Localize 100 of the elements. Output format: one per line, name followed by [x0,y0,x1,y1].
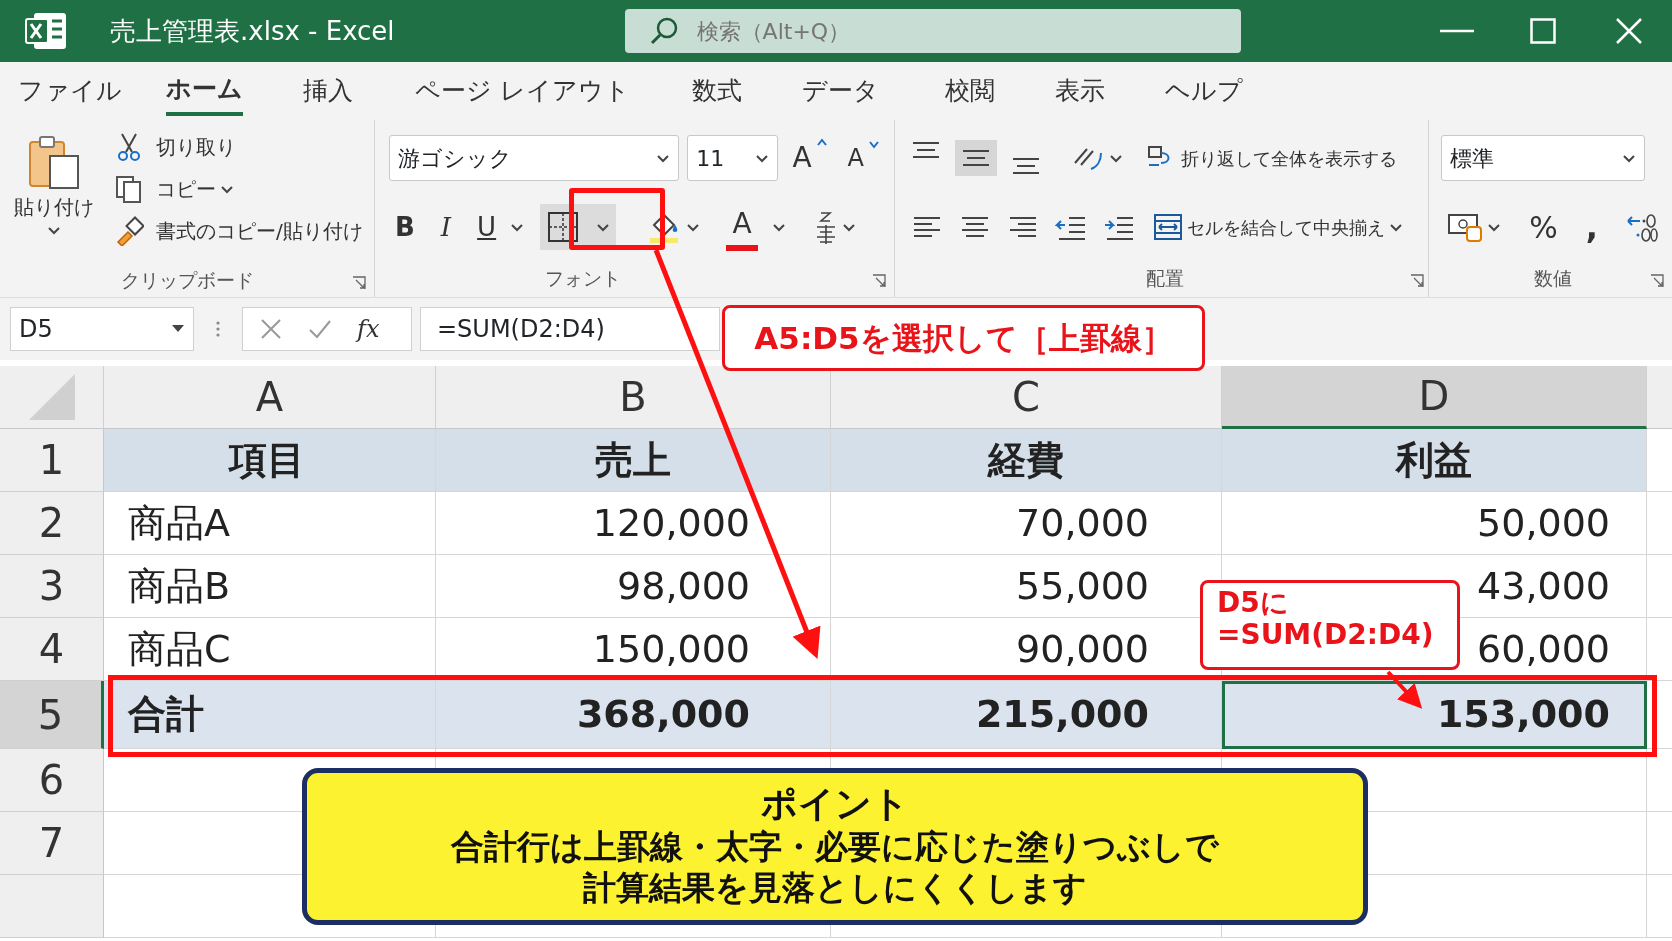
search-input[interactable]: 検索（Alt+Q） [694,13,1195,49]
caret-down-icon [171,324,185,334]
bold-button[interactable]: B [389,205,421,249]
caret-icon[interactable] [842,221,857,233]
table-cell: 経費 [831,429,1222,492]
table-cell: 利益 [1222,429,1647,492]
table-cell: 368,000 [436,681,831,749]
grow-font-button[interactable]: A [786,135,834,181]
caret-icon [656,152,671,164]
money-icon [1447,211,1484,243]
dialog-launcher-icon[interactable] [872,274,886,288]
decimal-places-icon [1626,211,1658,243]
caret-icon[interactable] [596,221,611,233]
row-header[interactable]: 4 [0,618,104,681]
row-header[interactable]: 6 [0,749,104,812]
align-middle-button[interactable] [955,140,997,176]
cancel-icon [259,317,283,341]
row-header[interactable]: 7 [0,812,104,875]
wrap-text-button[interactable]: 折り返して全体を表示する [1141,141,1403,175]
ribbon-tab[interactable]: ファイル [18,68,122,114]
group-label: クリップボード [120,268,254,293]
group-label: フォント [544,266,621,291]
ribbon-tab[interactable]: ヘルプ [1164,68,1243,114]
row-header[interactable]: 2 [0,492,104,555]
table-cell: 120,000 [436,492,831,555]
copy-button[interactable]: コピー [108,172,369,206]
ribbon-tab[interactable]: データ [801,68,879,114]
caret-icon[interactable] [510,221,525,233]
caret-down-icon [868,140,880,150]
borders-button[interactable] [540,204,617,250]
caret-icon [1389,221,1403,233]
merge-cells-icon [1153,212,1183,242]
caret-icon[interactable] [772,221,787,233]
copy-icon [114,174,144,204]
ribbon-tab[interactable]: 表示 [1054,68,1105,114]
table-cell: 70,000 [831,492,1222,555]
dialog-launcher-icon[interactable] [1410,274,1425,288]
table-cell: 商品B [104,555,436,618]
caret-up-icon [815,137,828,147]
table-cell: 合計 [104,681,436,749]
callout: A5:D5を選択して［上罫線］ [722,305,1205,371]
ribbon-tab[interactable]: 校閲 [944,68,995,114]
maximize-icon [1530,18,1556,44]
caret-icon[interactable] [220,183,234,195]
merge-center-button[interactable]: セルを結合して中央揃え [1147,210,1409,244]
row-header[interactable]: 1 [0,429,104,492]
number-format-dropdown[interactable]: 標準 [1441,135,1646,181]
note-text: 計算結果を見落としにくくします [583,867,1087,909]
clipboard-icon [26,134,82,190]
search-bar[interactable]: 検索（Alt+Q） [624,9,1241,53]
cut-button[interactable]: 切り取り [108,130,369,164]
table-cell: 商品A [104,492,436,555]
caret-icon [1622,152,1637,164]
caret-icon[interactable] [686,221,701,233]
caret-icon [1487,221,1502,233]
table-cell: 項目 [104,429,436,492]
paintbrush-icon [114,216,144,246]
column-header[interactable]: B [436,366,831,429]
table-cell: 98,000 [436,555,831,618]
close-icon [1616,18,1642,44]
percent-button[interactable]: % [1523,202,1564,252]
name-box[interactable]: D5 [10,307,194,351]
group-label: 数値 [1533,266,1572,291]
italic-button[interactable]: I [434,205,458,249]
ribbon-tab[interactable]: 数式 [691,68,742,114]
borders-icon [546,210,581,244]
font-name-dropdown[interactable]: 游ゴシック [389,135,680,181]
minimize-icon [1440,29,1474,33]
caret-icon [755,152,770,164]
color-bar-icon [726,245,759,251]
comma-style-button[interactable]: , [1579,201,1604,253]
ribbon-tab[interactable]: ホーム [166,66,243,116]
caret-icon [1109,152,1123,164]
column-header[interactable]: D [1222,366,1647,429]
insert-function-button[interactable]: fx [357,311,380,347]
cancel-button[interactable] [259,317,283,341]
column-header[interactable]: C [831,366,1222,429]
caret-icon [47,224,61,236]
row-header[interactable]: 3 [0,555,104,618]
dialog-launcher-icon[interactable] [1650,274,1664,288]
table-cell: 153,000 [1222,681,1647,749]
search-icon [648,16,679,46]
row-header[interactable]: 5 [0,681,104,749]
font-size-dropdown[interactable]: 11 [687,135,779,181]
paste-button[interactable]: 貼り付け [8,126,100,266]
align-middle-icon [963,150,989,166]
shrink-font-button[interactable]: A [841,138,886,178]
column-header[interactable]: A [104,366,436,429]
table-cell: 売上 [436,429,831,492]
formula-input[interactable]: =SUM(D2:D4) [420,307,720,351]
ribbon-tab[interactable]: ページ レイアウト [415,68,630,114]
align-bottom-icon [1013,158,1039,174]
ribbon-tab[interactable]: 挿入 [303,68,353,114]
dialog-launcher-icon[interactable] [352,276,366,290]
underline-button[interactable]: U [471,205,503,249]
font-color-button[interactable]: A [720,201,765,253]
format-painter-button[interactable]: 書式のコピー/貼り付け [108,214,369,248]
table-cell: 215,000 [831,681,1222,749]
note-text: 合計行は上罫線・太字・必要に応じた塗りつぶしで [451,826,1219,868]
more-options-icon [214,319,222,339]
